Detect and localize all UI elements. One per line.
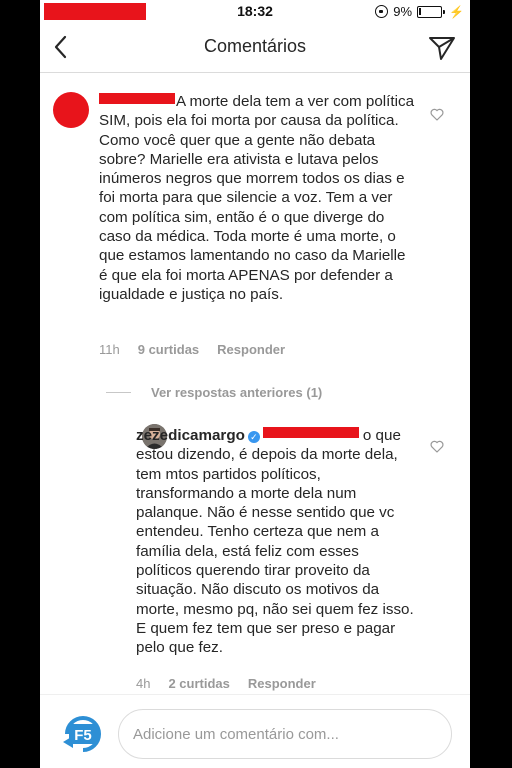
f5-logo-text: F5: [74, 727, 92, 744]
view-previous-replies-label: Ver respostas anteriores (1): [151, 384, 323, 400]
reply-button[interactable]: Responder: [217, 342, 285, 357]
reply-text: estou dizendo, é depois da morte dela, t…: [136, 446, 414, 657]
verified-badge-icon: ✓: [247, 431, 260, 443]
avatar-redacted[interactable]: [53, 92, 89, 128]
mention-redaction[interactable]: [262, 427, 359, 438]
status-bar: 18:32 9% ⚡: [40, 0, 470, 22]
view-previous-replies[interactable]: Ver respostas anteriores (1): [106, 384, 322, 400]
comment-composer: F5: [40, 694, 470, 768]
reply-likes-count[interactable]: 2 curtidas: [168, 676, 229, 691]
comment-text: A morte dela tem a ver com política SIM,…: [99, 93, 415, 303]
reply-text-start: o que: [362, 427, 401, 444]
comment-body: A morte dela tem a ver com política SIM,…: [99, 92, 417, 304]
likes-count[interactable]: 9 curtidas: [138, 342, 199, 357]
reply-meta: 4h 2 curtidas Responder: [136, 676, 316, 691]
page-title: Comentários: [203, 36, 307, 56]
comment-meta: 11h 9 curtidas Responder: [99, 342, 285, 357]
f5-logo-icon: F5: [63, 716, 101, 752]
heart-icon[interactable]: [430, 440, 444, 453]
reply-time: 4h: [136, 676, 151, 691]
reply-comment: zezedicamargo ✓ o que estou dizendo, é dep…: [40, 426, 470, 696]
header: Comentários: [40, 22, 470, 73]
battery-level: [419, 7, 422, 15]
divider-line: [106, 391, 131, 393]
charging-icon: ⚡: [449, 4, 464, 19]
heart-icon[interactable]: [430, 108, 444, 121]
reply-body: zezedicamargo ✓ o que estou dizendo, é dep…: [136, 426, 416, 658]
paper-plane-icon[interactable]: [428, 35, 456, 61]
battery-icon: [417, 5, 446, 18]
comment: A morte dela tem a ver com política SIM,…: [40, 92, 470, 362]
reply-username[interactable]: zezedicamargo: [136, 427, 245, 444]
instagram-comments-screen: 18:32 9% ⚡ Comentários A morte dela tem …: [40, 0, 470, 768]
comment-time: 11h: [99, 342, 120, 357]
rotation-lock-icon: [375, 5, 389, 18]
battery-percent: 9%: [393, 4, 413, 19]
comment-input[interactable]: [118, 709, 452, 759]
status-indicators: 9% ⚡: [375, 3, 464, 20]
reply-button[interactable]: Responder: [248, 676, 316, 691]
username-redaction[interactable]: [99, 93, 175, 104]
